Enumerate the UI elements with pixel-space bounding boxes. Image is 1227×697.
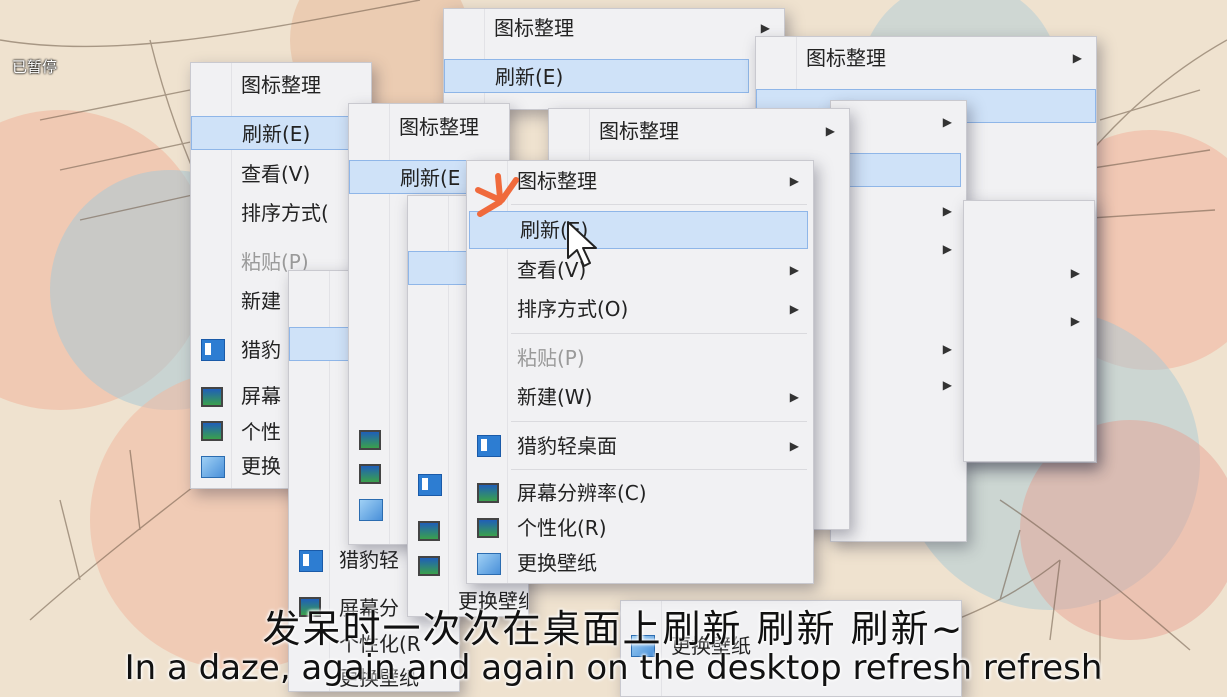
menu-item-refresh[interactable]: 刷新(E) [444,59,749,93]
chevron-right-icon: ▶ [825,124,835,138]
picture-icon [359,499,383,521]
monitor-icon [418,521,440,541]
menu-item-arrange[interactable]: 图标整理 ▶ [549,114,849,148]
chevron-right-icon: ▶ [942,342,952,356]
menu-item-arrange[interactable]: 图标整理 ▶ [444,11,784,45]
chevron-right-icon: ▶ [789,174,799,188]
menu-item-row[interactable]: ▶ [964,256,1094,290]
menu-item-row[interactable]: ▶ [831,332,966,366]
chevron-right-icon: ▶ [789,263,799,277]
context-menu-back-4: ▶ ▶ ▶ ▶ ▶ [830,100,967,542]
subtitle-english: In a daze, again and again on the deskto… [124,648,1103,688]
menu-item-view[interactable]: 查看(V) [191,157,371,191]
chevron-right-icon: ▶ [1070,314,1080,328]
chevron-right-icon: ▶ [1072,51,1082,65]
monitor-color-icon [359,464,381,484]
monitor-icon [359,430,381,450]
menu-item-view[interactable]: 查看(V) ▶ [467,253,813,287]
menu-item-row[interactable]: ▶ [964,304,1094,338]
menu-item-row[interactable]: ▶ [831,105,966,139]
menu-item-refresh[interactable] [831,153,961,187]
context-menu-back-5: ▶ ▶ [963,200,1095,462]
chevron-right-icon: ▶ [789,390,799,404]
chevron-right-icon: ▶ [942,115,952,129]
context-menu-back-2: 图标整理 ▶ 刷新(E) [443,8,785,110]
chevron-right-icon: ▶ [942,204,952,218]
menu-separator [511,421,807,422]
menu-item-row[interactable]: ▶ [831,194,966,228]
click-burst-icon [475,173,519,217]
menu-item-cheetah[interactable]: 猎豹轻桌面 ▶ [467,429,813,463]
menu-item-arrange[interactable]: 图标整理 ▶ [756,41,1096,75]
subtitle-chinese: 发呆时一次次在桌面上刷新 刷新 刷新~ [262,607,965,651]
menu-item-sort[interactable]: 排序方式( [191,196,371,230]
menu-item-arrange[interactable]: 图标整理 [349,110,509,144]
chevron-right-icon: ▶ [1070,266,1080,280]
menu-item-refresh[interactable]: 刷新(E) [191,116,371,150]
menu-item-new[interactable]: 新建(W) ▶ [467,380,813,414]
menu-item-paste: 粘贴(P) [517,346,585,370]
chevron-right-icon: ▶ [789,302,799,316]
chevron-right-icon: ▶ [789,439,799,453]
paused-label: 已暂停 [12,58,58,76]
menu-separator [511,204,807,205]
chevron-right-icon: ▶ [942,242,952,256]
menu-separator [511,333,807,334]
menu-item-row[interactable]: ▶ [831,232,966,266]
panel-icon [418,474,442,496]
mouse-pointer-icon [567,221,597,267]
menu-item-resolution[interactable]: 屏幕分辨率(C) [467,476,813,510]
chevron-right-icon: ▶ [942,378,952,392]
menu-separator [511,469,807,470]
menu-item-row[interactable]: ▶ [831,368,966,402]
menu-item-arrange[interactable]: 图标整理 [191,68,371,102]
menu-item-sort[interactable]: 排序方式(O) ▶ [467,292,813,326]
menu-item-wallpaper[interactable]: 更换壁纸 [467,546,813,580]
menu-item-personalize[interactable]: 个性化(R) [467,511,813,545]
monitor-color-icon [418,556,440,576]
